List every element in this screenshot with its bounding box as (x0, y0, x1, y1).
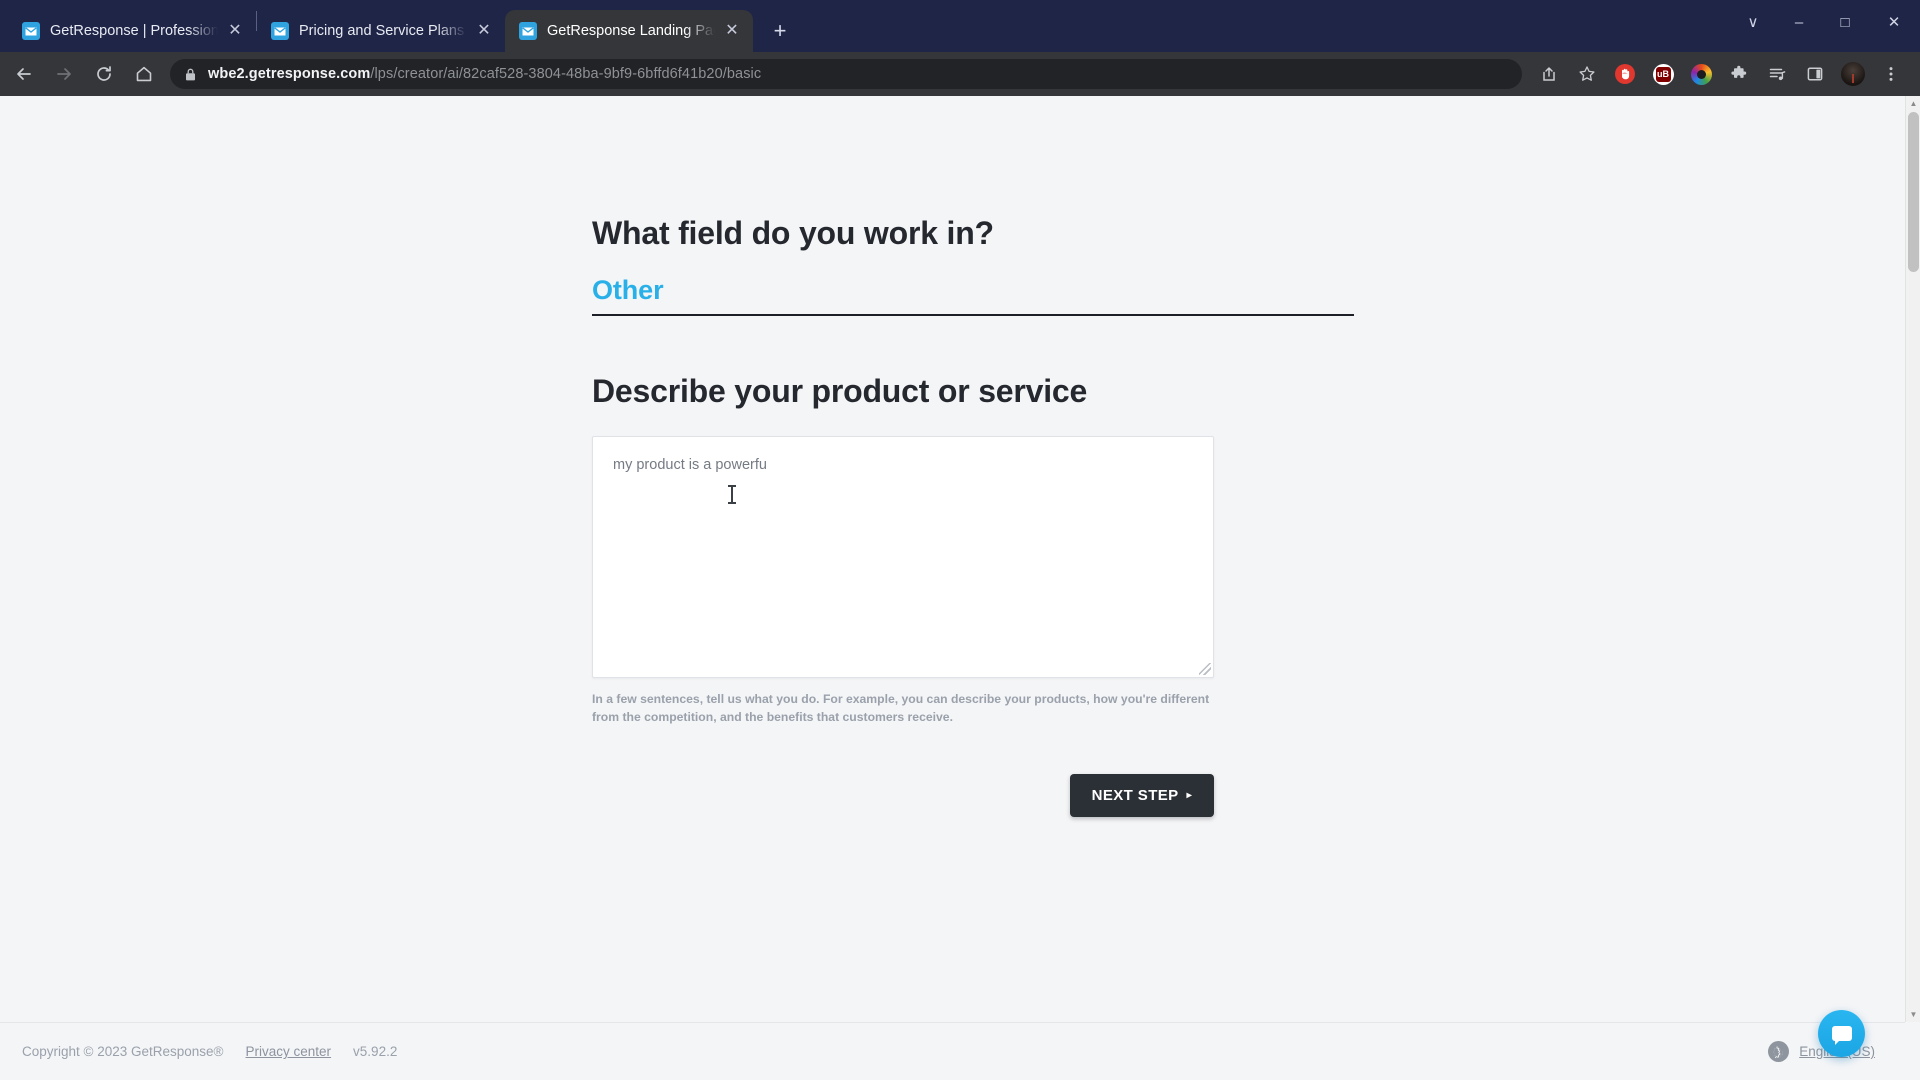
minimize-icon[interactable]: – (1776, 0, 1822, 44)
red-hand-extension-icon[interactable] (1610, 59, 1640, 89)
window-close-icon[interactable]: ✕ (1868, 0, 1920, 44)
address-bar-path: /lps/creator/ai/82caf528-3804-48ba-9bf9-… (370, 66, 762, 82)
mail-icon (519, 22, 537, 40)
form-actions: NEXT STEP ▸ (592, 774, 1214, 818)
scrollbar-thumb[interactable] (1908, 112, 1919, 272)
page-scrollbar[interactable]: ▲ ▼ (1905, 96, 1920, 1022)
address-bar-url: wbe2.getresponse.com/lps/creator/ai/82ca… (208, 66, 761, 82)
product-description-value: my product is a powerfu (613, 457, 767, 474)
reload-icon[interactable] (87, 57, 121, 91)
home-icon[interactable] (127, 57, 161, 91)
mail-icon (271, 22, 289, 40)
browser-tab-3-active[interactable]: GetResponse Landing Pages ✕ (505, 10, 753, 52)
browser-window: GetResponse | Professional Ema ✕ Pricing… (0, 0, 1920, 1080)
description-helper-text: In a few sentences, tell us what you do.… (592, 692, 1210, 724)
color-ring-extension-icon[interactable] (1686, 59, 1716, 89)
side-panel-icon[interactable] (1800, 59, 1830, 89)
next-step-button[interactable]: NEXT STEP ▸ (1069, 774, 1214, 818)
share-icon[interactable] (1534, 59, 1564, 89)
field-of-work-value: Other (592, 275, 664, 306)
chat-bubble-icon[interactable] (1818, 1010, 1865, 1057)
browser-tab-2[interactable]: Pricing and Service Plans | GetRe ✕ (257, 10, 505, 52)
question-field-heading: What field do you work in? (592, 215, 994, 251)
close-icon[interactable]: ✕ (473, 20, 495, 42)
reading-list-icon[interactable] (1762, 59, 1792, 89)
footer-left-group: Copyright © 2023 GetResponse® Privacy ce… (22, 1044, 397, 1059)
ublock-label: uB (1655, 66, 1671, 82)
browser-tab-strip: GetResponse | Professional Ema ✕ Pricing… (0, 0, 1920, 52)
bookmark-star-icon[interactable] (1572, 59, 1602, 89)
wizard-form: What field do you work in? Other Describ… (592, 96, 1354, 818)
new-tab-button[interactable]: + (765, 16, 795, 46)
forward-arrow-icon[interactable] (47, 57, 81, 91)
profile-avatar-icon[interactable] (1838, 59, 1868, 89)
window-controls: ∨ – □ ✕ (1730, 0, 1920, 44)
browser-tab-title: GetResponse | Professional Ema (50, 23, 218, 39)
privacy-center-link[interactable]: Privacy center (246, 1044, 332, 1059)
page-footer: Copyright © 2023 GetResponse® Privacy ce… (0, 1010, 1905, 1080)
mail-icon (22, 22, 40, 40)
page-viewport: What field do you work in? Other Describ… (0, 96, 1920, 1080)
close-icon[interactable]: ✕ (721, 20, 743, 42)
browser-toolbar: wbe2.getresponse.com/lps/creator/ai/82ca… (0, 52, 1920, 96)
close-icon[interactable]: ✕ (224, 20, 246, 42)
tab-search-chevron-icon[interactable]: ∨ (1730, 0, 1776, 44)
chevron-right-icon: ▸ (1186, 789, 1192, 801)
browser-tab-title: Pricing and Service Plans | GetRe (299, 23, 467, 39)
extensions-puzzle-icon[interactable] (1724, 59, 1754, 89)
version-text: v5.92.2 (353, 1044, 398, 1059)
next-step-label: NEXT STEP (1091, 787, 1179, 805)
scrollbar-up-arrow-icon[interactable]: ▲ (1906, 96, 1920, 111)
ublock-origin-icon[interactable]: uB (1648, 59, 1678, 89)
lock-icon (182, 66, 198, 82)
resize-handle[interactable] (1199, 663, 1211, 676)
toolbar-icon-group: uB (1530, 59, 1910, 89)
page-scroll-area: What field do you work in? Other Describ… (0, 96, 1920, 1022)
scrollbar-down-arrow-icon[interactable]: ▼ (1906, 1007, 1920, 1022)
text-cursor-icon (728, 485, 736, 505)
address-bar[interactable]: wbe2.getresponse.com/lps/creator/ai/82ca… (170, 59, 1522, 89)
maximize-icon[interactable]: □ (1822, 0, 1868, 44)
copyright-text: Copyright © 2023 GetResponse® (22, 1044, 224, 1059)
browser-tab-1[interactable]: GetResponse | Professional Ema ✕ (8, 10, 256, 52)
field-of-work-select[interactable]: Other (592, 275, 1354, 317)
back-arrow-icon[interactable] (7, 57, 41, 91)
question-describe-heading: Describe your product or service (592, 373, 1088, 410)
chrome-menu-icon[interactable] (1876, 59, 1906, 89)
address-bar-host: wbe2.getresponse.com (208, 66, 371, 82)
browser-tab-title: GetResponse Landing Pages (547, 23, 715, 39)
product-description-textarea[interactable]: my product is a powerfu (592, 436, 1214, 679)
globe-icon (1768, 1041, 1790, 1062)
